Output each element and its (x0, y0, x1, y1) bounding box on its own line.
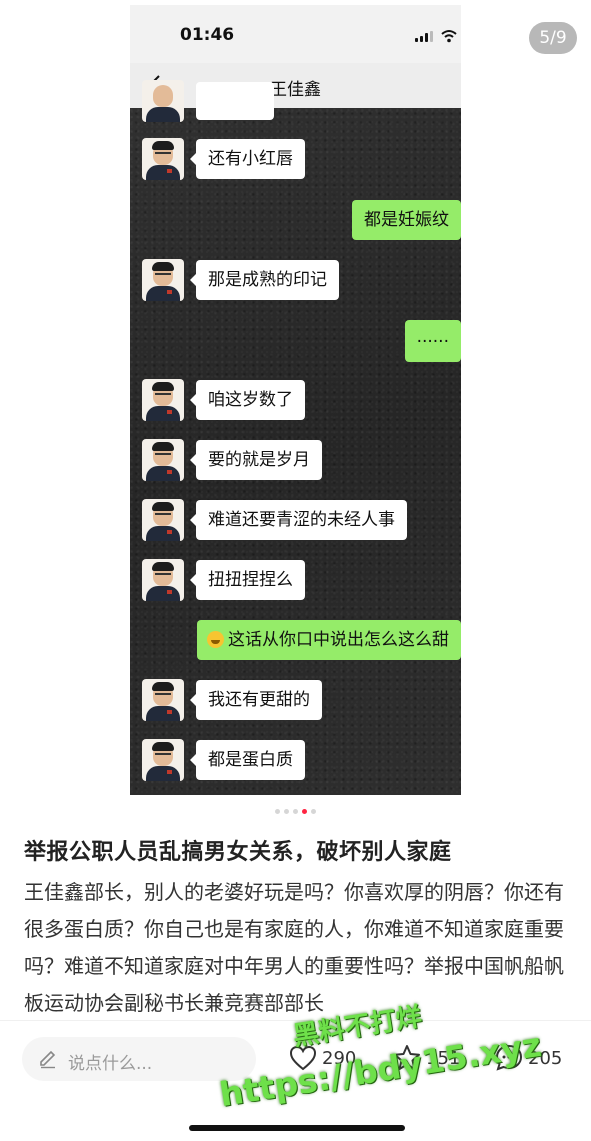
contact-avatar (142, 739, 184, 781)
contact-avatar (142, 379, 184, 421)
wifi-icon (441, 30, 457, 43)
carousel-dots (0, 809, 591, 817)
grinning-face-emoji (207, 631, 224, 648)
screenshot-status-bar: 01:46 (130, 5, 461, 63)
message-bubble: 咱这岁数了 (190, 380, 305, 420)
message-bubble: 还有小红唇 (190, 139, 305, 179)
message-bubble: 扭扭捏捏么 (190, 560, 305, 600)
signal-icon (415, 31, 433, 42)
cropped-message-bubble (196, 82, 274, 120)
carousel-dot-active (302, 809, 307, 814)
home-indicator (189, 1125, 405, 1131)
contact-avatar (142, 439, 184, 481)
image-counter: 5/9 (529, 22, 577, 54)
chat-screenshot-image[interactable]: 01:46 王佳鑫 还有小红唇 都是妊娠纹 那是成熟的印记 ...... 咱这岁… (130, 5, 461, 795)
contact-avatar (142, 499, 184, 541)
contact-avatar (142, 259, 184, 301)
message-bubble: ...... (404, 320, 461, 362)
comment-placeholder: 说点什么... (68, 1054, 153, 1074)
chat-area: 还有小红唇 都是妊娠纹 那是成熟的印记 ...... 咱这岁数了 要的就是岁月 … (130, 80, 461, 795)
carousel-dot (293, 809, 298, 814)
message-bubble: 都是蛋白质 (190, 740, 305, 780)
screenshot-status-time: 01:46 (180, 25, 235, 45)
post-title: 举报公职人员乱搞男女关系，破坏别人家庭 (24, 840, 452, 865)
message-text: 这话从你口中说出怎么这么甜 (228, 630, 449, 650)
message-bubble: 都是妊娠纹 (352, 200, 461, 240)
carousel-dot (284, 809, 289, 814)
contact-avatar (142, 679, 184, 721)
contact-avatar (142, 138, 184, 180)
pencil-icon (40, 1050, 56, 1069)
message-bubble: 难道还要青涩的未经人事 (190, 500, 407, 540)
contact-avatar (142, 559, 184, 601)
contact-avatar (142, 80, 184, 122)
post-body: 王佳鑫部长，别人的老婆好玩是吗？你喜欢厚的阴唇？你还有很多蛋白质？你自己也是有家… (24, 880, 564, 1015)
message-bubble: 要的就是岁月 (190, 440, 322, 480)
message-bubble: 这话从你口中说出怎么这么甜 (197, 620, 461, 660)
carousel-dot (275, 809, 280, 814)
carousel-dot (311, 809, 316, 814)
message-bubble: 那是成熟的印记 (190, 260, 339, 300)
message-bubble: 我还有更甜的 (190, 680, 322, 720)
